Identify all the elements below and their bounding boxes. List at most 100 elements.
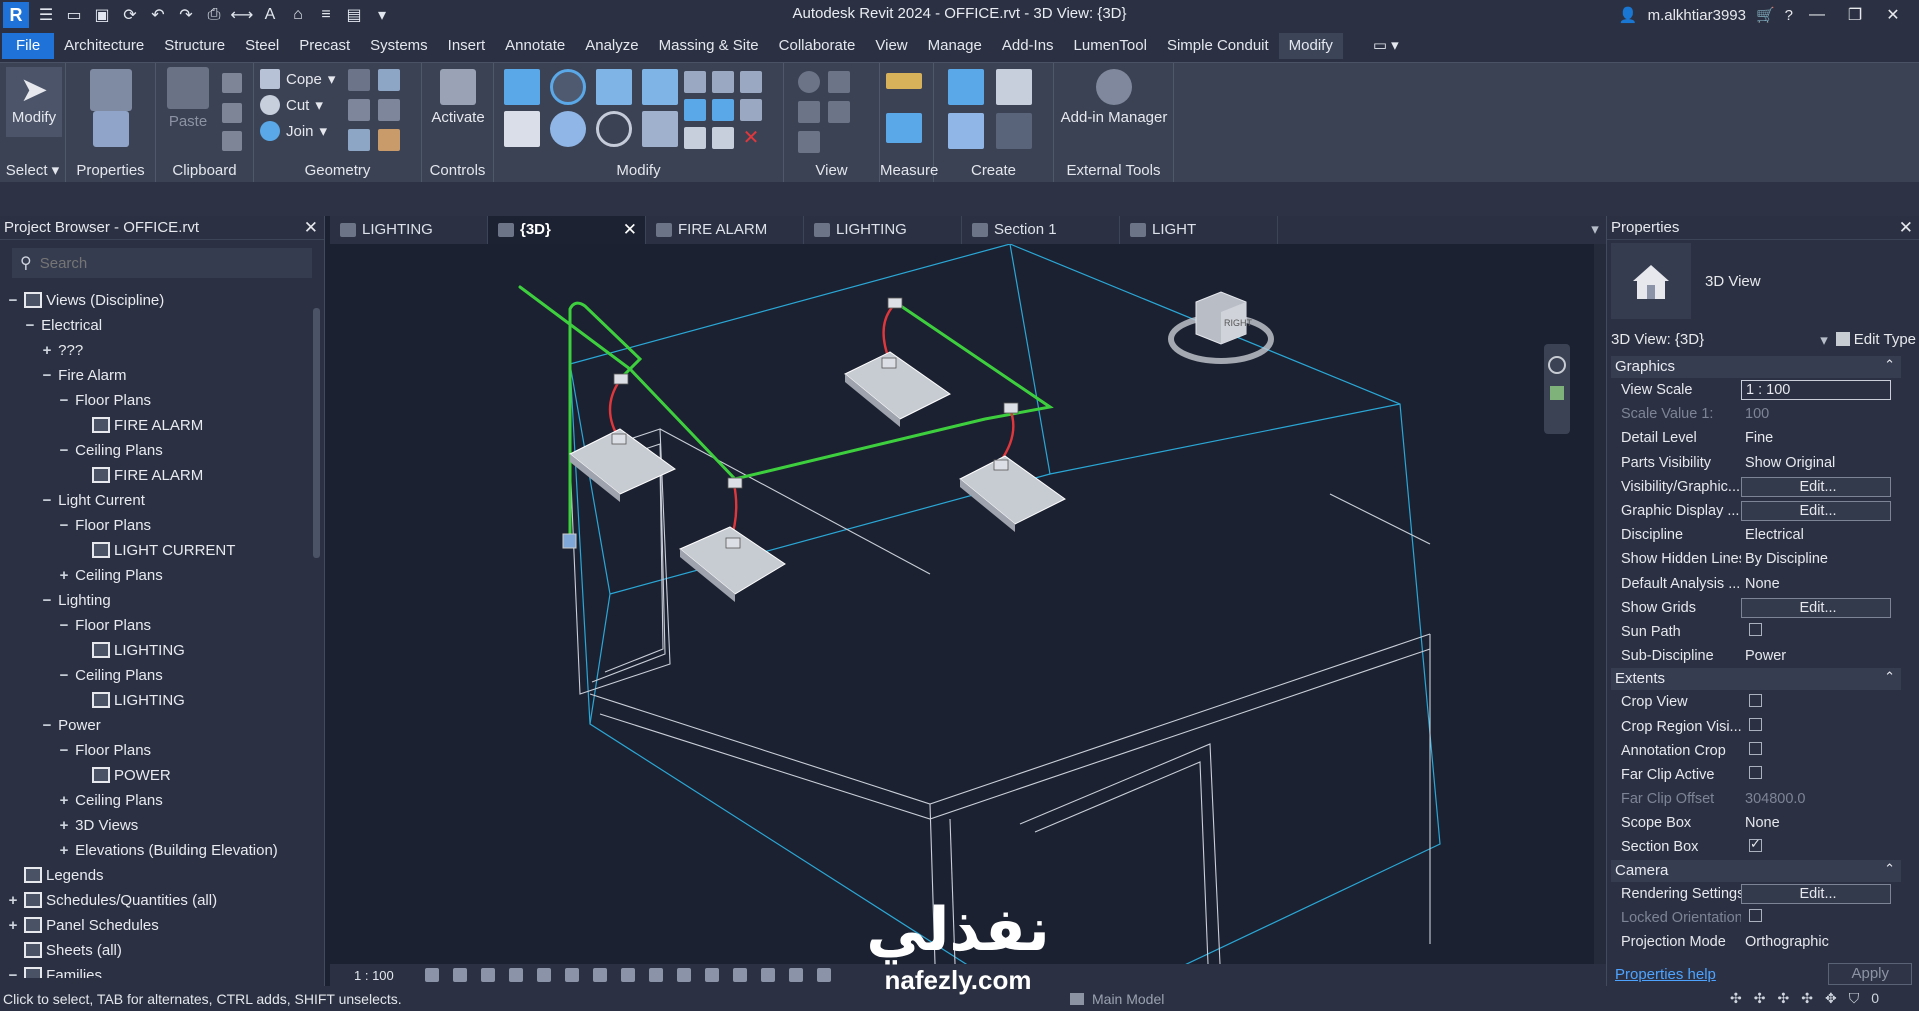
active-workset[interactable]: Main Model bbox=[1070, 989, 1350, 1009]
collapse-icon[interactable]: − bbox=[57, 438, 71, 463]
collapse-icon[interactable]: − bbox=[40, 588, 54, 613]
drawing-area[interactable]: RIGHT bbox=[330, 244, 1594, 964]
trim-extend-icon[interactable] bbox=[642, 111, 678, 147]
properties-scrollbar[interactable] bbox=[1907, 356, 1917, 956]
tree-item[interactable]: − Electrical bbox=[0, 313, 310, 338]
steering-wheel-icon[interactable] bbox=[1548, 356, 1566, 374]
property-value[interactable]: None bbox=[1741, 815, 1901, 831]
view-tab[interactable]: LIGHTING bbox=[804, 216, 962, 244]
tab-architecture[interactable]: Architecture bbox=[54, 33, 154, 59]
cart-icon[interactable]: 🛒 bbox=[1756, 6, 1775, 24]
property-group-header[interactable]: Extents ⌃ bbox=[1611, 666, 1901, 691]
viewcube[interactable]: RIGHT bbox=[1166, 284, 1276, 374]
match-properties-icon[interactable] bbox=[222, 131, 242, 151]
user-icon[interactable]: 👤 bbox=[1619, 6, 1638, 24]
collapse-group-icon[interactable]: ⌃ bbox=[1884, 354, 1895, 376]
property-value[interactable]: Electrical bbox=[1741, 527, 1901, 543]
drag-on-selection-icon[interactable]: ✥ bbox=[1825, 990, 1837, 1007]
property-value[interactable]: By Discipline bbox=[1741, 551, 1901, 567]
property-value[interactable]: Orthographic bbox=[1741, 934, 1901, 950]
sun-path-icon[interactable] bbox=[480, 968, 495, 982]
tree-item[interactable]: − Lighting bbox=[0, 588, 310, 613]
scale-icon[interactable] bbox=[712, 99, 734, 121]
apply-button[interactable]: Apply bbox=[1828, 963, 1912, 985]
properties-help-link[interactable]: Properties help bbox=[1615, 966, 1716, 983]
help-icon[interactable]: ? bbox=[1785, 7, 1793, 24]
properties-button[interactable] bbox=[86, 111, 136, 151]
tab-insert[interactable]: Insert bbox=[438, 33, 496, 59]
tree-item[interactable]: − Ceiling Plans bbox=[0, 663, 310, 688]
measure-distance-icon[interactable] bbox=[886, 73, 922, 89]
username[interactable]: m.alkhtiar3993 bbox=[1648, 7, 1746, 24]
property-value[interactable]: None bbox=[1741, 576, 1901, 592]
select-by-face-icon[interactable]: ✣ bbox=[1801, 990, 1813, 1007]
tree-item[interactable]: LIGHTING bbox=[0, 688, 310, 713]
revit-logo-icon[interactable]: R bbox=[3, 2, 29, 28]
tree-item[interactable]: Sheets (all) bbox=[0, 938, 310, 963]
property-group-header[interactable]: Graphics ⌃ bbox=[1611, 356, 1901, 378]
temporary-hide-icon[interactable] bbox=[648, 968, 663, 982]
split-face-icon[interactable] bbox=[378, 69, 400, 91]
close-icon[interactable]: ✕ bbox=[623, 216, 637, 244]
switch-windows-icon[interactable]: ▤ bbox=[343, 4, 365, 26]
search-input[interactable] bbox=[39, 254, 290, 272]
offset-icon[interactable] bbox=[550, 69, 586, 105]
view-tab[interactable]: {3D} ✕ bbox=[488, 216, 646, 244]
measure-icon[interactable]: ⟷ bbox=[231, 4, 254, 26]
show-crop-icon[interactable] bbox=[592, 968, 607, 982]
tab-systems[interactable]: Systems bbox=[360, 33, 438, 59]
wall-profile-icon[interactable] bbox=[378, 129, 400, 151]
tree-item[interactable]: + Elevations (Building Elevation) bbox=[0, 838, 310, 863]
paste-button[interactable]: Paste bbox=[162, 67, 214, 130]
demolish-icon[interactable] bbox=[378, 99, 400, 121]
aligned-dimension-icon[interactable] bbox=[886, 113, 922, 143]
property-checkbox[interactable] bbox=[1749, 766, 1762, 780]
viewcube-graphic[interactable] bbox=[1166, 284, 1276, 374]
tree-item[interactable]: POWER bbox=[0, 763, 310, 788]
tree-item[interactable]: + Ceiling Plans bbox=[0, 563, 310, 588]
close-icon[interactable]: ✕ bbox=[1899, 216, 1913, 240]
collapse-icon[interactable]: − bbox=[40, 488, 54, 513]
halftone-icon[interactable] bbox=[798, 131, 820, 153]
crop-view-icon[interactable] bbox=[564, 968, 579, 982]
collapse-icon[interactable]: − bbox=[6, 288, 20, 313]
unpin-icon[interactable] bbox=[740, 71, 762, 93]
rendering-icon[interactable] bbox=[536, 968, 551, 982]
linework-icon[interactable] bbox=[798, 101, 820, 123]
tree-item[interactable]: − Floor Plans bbox=[0, 513, 310, 538]
tree-item[interactable]: − Floor Plans bbox=[0, 738, 310, 763]
tab-file[interactable]: File bbox=[2, 33, 55, 59]
create-similar-icon[interactable] bbox=[996, 113, 1032, 149]
pin-icon[interactable] bbox=[740, 99, 762, 121]
property-value[interactable]: Fine bbox=[1741, 430, 1901, 446]
tab-add-ins[interactable]: Add-Ins bbox=[992, 33, 1064, 59]
customize-toolbar-icon[interactable]: ▾ bbox=[371, 4, 393, 26]
expand-icon[interactable]: + bbox=[57, 788, 71, 813]
reveal-hidden-icon[interactable] bbox=[676, 968, 691, 982]
model-3d-view[interactable] bbox=[330, 244, 1594, 964]
panel-label-select[interactable]: Select ▾ bbox=[0, 161, 65, 179]
print-icon[interactable]: ⎙ bbox=[203, 4, 225, 26]
expand-icon[interactable]: + bbox=[6, 913, 20, 938]
collapse-group-icon[interactable]: ⌃ bbox=[1884, 666, 1895, 688]
shadows-icon[interactable] bbox=[508, 968, 523, 982]
undo-icon[interactable]: ↶ bbox=[147, 4, 169, 26]
tab-annotate[interactable]: Annotate bbox=[495, 33, 575, 59]
unlocked-3d-icon[interactable] bbox=[620, 968, 635, 982]
cut-geometry-button[interactable]: Cut ▾ bbox=[260, 95, 323, 115]
create-assembly-icon[interactable] bbox=[948, 69, 984, 105]
property-checkbox[interactable] bbox=[1749, 693, 1762, 707]
tree-item[interactable]: LIGHTING bbox=[0, 638, 310, 663]
collapse-icon[interactable]: − bbox=[57, 513, 71, 538]
tree-item[interactable]: − Fire Alarm bbox=[0, 363, 310, 388]
home-icon[interactable]: ☰ bbox=[35, 4, 57, 26]
mirror-draw-axis-icon[interactable] bbox=[642, 69, 678, 105]
default-3d-view-icon[interactable]: ⌂ bbox=[287, 4, 309, 26]
collapse-group-icon[interactable]: ⌃ bbox=[1884, 858, 1895, 880]
cope-button[interactable]: Cope ▾ bbox=[260, 69, 335, 89]
copy-icon[interactable] bbox=[222, 103, 242, 123]
light-fixtures[interactable] bbox=[569, 351, 1066, 595]
tree-item[interactable]: FIRE ALARM bbox=[0, 413, 310, 438]
edit-button[interactable]: Edit... bbox=[1741, 501, 1891, 522]
redo-icon[interactable]: ↷ bbox=[175, 4, 197, 26]
